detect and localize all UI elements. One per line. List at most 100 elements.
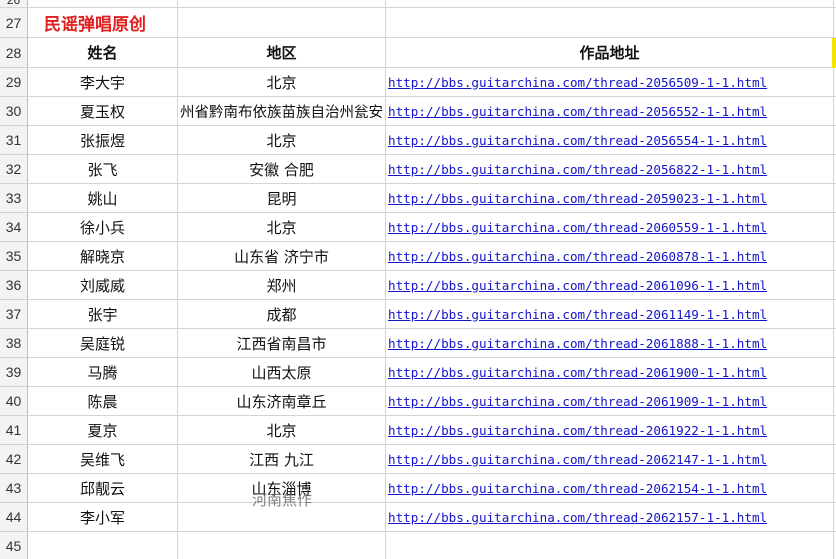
cell[interactable]	[178, 532, 386, 559]
region-cell[interactable]: 北京	[178, 68, 386, 96]
url-link[interactable]: http://bbs.guitarchina.com/thread-206214…	[386, 445, 834, 473]
url-link[interactable]: http://bbs.guitarchina.com/thread-206215…	[386, 503, 834, 531]
region-cell[interactable]: 山东省 济宁市	[178, 242, 386, 270]
row-header[interactable]: 32	[0, 155, 28, 183]
row-header[interactable]: 34	[0, 213, 28, 241]
name-cell[interactable]: 徐小兵	[28, 213, 178, 241]
cell[interactable]	[178, 8, 386, 37]
cell[interactable]	[28, 532, 178, 559]
name-cell[interactable]: 张宇	[28, 300, 178, 328]
name-cell[interactable]: 解晓京	[28, 242, 178, 270]
region-cell[interactable]: 州省黔南布依族苗族自治州瓮安	[178, 97, 386, 125]
sheet-row-26[interactable]: 26	[0, 0, 836, 8]
url-link[interactable]: http://bbs.guitarchina.com/thread-205902…	[386, 184, 834, 212]
table-row[interactable]: 34 徐小兵 北京 http://bbs.guitarchina.com/thread…	[0, 213, 836, 242]
name-cell[interactable]: 夏京	[28, 416, 178, 444]
header-region[interactable]: 地区	[178, 38, 386, 67]
row-header[interactable]: 31	[0, 126, 28, 154]
region-cell[interactable]: 北京	[178, 213, 386, 241]
url-link[interactable]: http://bbs.guitarchina.com/thread-206192…	[386, 416, 834, 444]
cell[interactable]	[386, 532, 834, 559]
name-cell[interactable]: 张振煜	[28, 126, 178, 154]
table-row[interactable]: 38 吴庭锐 江西省南昌市 http://bbs.guitarchina.com/th…	[0, 329, 836, 358]
row-header-27[interactable]: 27	[0, 8, 28, 37]
row-header[interactable]: 36	[0, 271, 28, 299]
row-header[interactable]: 35	[0, 242, 28, 270]
url-link[interactable]: http://bbs.guitarchina.com/thread-205655…	[386, 126, 834, 154]
table-row[interactable]: 31 张振煜 北京 http://bbs.guitarchina.com/thread…	[0, 126, 836, 155]
url-link[interactable]: http://bbs.guitarchina.com/thread-206087…	[386, 242, 834, 270]
name-cell[interactable]: 马腾	[28, 358, 178, 386]
url-link[interactable]: http://bbs.guitarchina.com/thread-205655…	[386, 97, 834, 125]
table-row[interactable]: 30 夏玉权 州省黔南布依族苗族自治州瓮安 http://bbs.guitarchin…	[0, 97, 836, 126]
row-header-45[interactable]: 45	[0, 532, 28, 559]
table-row[interactable]: 43 邱靓云 山东淄博 http://bbs.guitarchina.com/thre…	[0, 474, 836, 508]
header-url[interactable]: 作品地址	[386, 38, 834, 67]
row-header[interactable]: 38	[0, 329, 28, 357]
region-cell[interactable]: 北京	[178, 416, 386, 444]
row-header-28[interactable]: 28	[0, 38, 28, 67]
table-row[interactable]: 40 陈晨 山东济南章丘 http://bbs.guitarchina.com/thr…	[0, 387, 836, 416]
table-row[interactable]: 32 张飞 安徽 合肥 http://bbs.guitarchina.com/thre…	[0, 155, 836, 184]
url-link[interactable]: http://bbs.guitarchina.com/thread-205682…	[386, 155, 834, 183]
url-link[interactable]: http://bbs.guitarchina.com/thread-206188…	[386, 329, 834, 357]
row-header[interactable]: 41	[0, 416, 28, 444]
cell[interactable]	[386, 8, 834, 37]
name-cell[interactable]: 姚山	[28, 184, 178, 212]
table-row[interactable]: 37 张宇 成都 http://bbs.guitarchina.com/thread-…	[0, 300, 836, 329]
url-link[interactable]: http://bbs.guitarchina.com/thread-206215…	[386, 474, 834, 502]
cell[interactable]	[178, 0, 386, 7]
row-header[interactable]: 43	[0, 474, 28, 502]
row-header[interactable]: 44	[0, 503, 28, 531]
sheet-row-28[interactable]: 28 姓名 地区 作品地址	[0, 38, 836, 68]
row-header[interactable]: 42	[0, 445, 28, 473]
table-row[interactable]: 35 解晓京 山东省 济宁市 http://bbs.guitarchina.com/t…	[0, 242, 836, 271]
region-cell[interactable]: 北京	[178, 126, 386, 154]
table-row[interactable]: 42 吴维飞 江西 九江 http://bbs.guitarchina.com/thr…	[0, 445, 836, 474]
name-cell[interactable]: 张飞	[28, 155, 178, 183]
name-cell[interactable]: 夏玉权	[28, 97, 178, 125]
row-header-26[interactable]: 26	[0, 0, 28, 7]
region-cell[interactable]: 江西省南昌市	[178, 329, 386, 357]
table-row[interactable]: 33 姚山 昆明 http://bbs.guitarchina.com/thread-…	[0, 184, 836, 213]
name-cell[interactable]: 邱靓云	[28, 474, 178, 502]
url-link[interactable]: http://bbs.guitarchina.com/thread-206055…	[386, 213, 834, 241]
sheet-row-45[interactable]: 45	[0, 532, 836, 559]
header-name[interactable]: 姓名	[28, 38, 178, 67]
row-header[interactable]: 33	[0, 184, 28, 212]
sheet-row-27[interactable]: 27 民谣弹唱原创	[0, 8, 836, 38]
name-cell[interactable]: 刘威威	[28, 271, 178, 299]
row-header[interactable]: 40	[0, 387, 28, 415]
name-cell[interactable]: 李大宇	[28, 68, 178, 96]
table-row[interactable]: 39 马腾 山西太原 http://bbs.guitarchina.com/threa…	[0, 358, 836, 387]
region-cell[interactable]	[178, 503, 386, 531]
region-cell[interactable]: 安徽 合肥	[178, 155, 386, 183]
name-cell[interactable]: 陈晨	[28, 387, 178, 415]
url-link[interactable]: http://bbs.guitarchina.com/thread-206114…	[386, 300, 834, 328]
region-cell[interactable]: 山东淄博	[178, 474, 386, 502]
row-header[interactable]: 39	[0, 358, 28, 386]
row-header[interactable]: 37	[0, 300, 28, 328]
cell[interactable]	[386, 0, 834, 7]
table-row[interactable]: 36 刘威威 郑州 http://bbs.guitarchina.com/thread…	[0, 271, 836, 300]
spreadsheet-grid[interactable]: 26 27 民谣弹唱原创 28 姓名 地区 作品地址 29 李大宇 北京 http:/…	[0, 0, 836, 559]
url-link[interactable]: http://bbs.guitarchina.com/thread-206109…	[386, 271, 834, 299]
row-header[interactable]: 30	[0, 97, 28, 125]
region-cell[interactable]: 山西太原	[178, 358, 386, 386]
url-link[interactable]: http://bbs.guitarchina.com/thread-205650…	[386, 68, 834, 96]
region-cell[interactable]: 山东济南章丘	[178, 387, 386, 415]
name-cell[interactable]: 吴维飞	[28, 445, 178, 473]
region-cell[interactable]: 江西 九江	[178, 445, 386, 473]
cell[interactable]	[28, 0, 178, 7]
region-cell[interactable]: 昆明	[178, 184, 386, 212]
region-cell[interactable]: 成都	[178, 300, 386, 328]
name-cell[interactable]: 李小军	[28, 503, 178, 531]
url-link[interactable]: http://bbs.guitarchina.com/thread-206190…	[386, 387, 834, 415]
table-row[interactable]: 29 李大宇 北京 http://bbs.guitarchina.com/thread…	[0, 68, 836, 97]
sheet-title[interactable]: 民谣弹唱原创	[28, 8, 146, 37]
name-cell[interactable]: 吴庭锐	[28, 329, 178, 357]
region-cell[interactable]: 郑州	[178, 271, 386, 299]
table-row[interactable]: 44 李小军 http://bbs.guitarchina.com/thread-2…	[0, 503, 836, 532]
row-header[interactable]: 29	[0, 68, 28, 96]
url-link[interactable]: http://bbs.guitarchina.com/thread-206190…	[386, 358, 834, 386]
